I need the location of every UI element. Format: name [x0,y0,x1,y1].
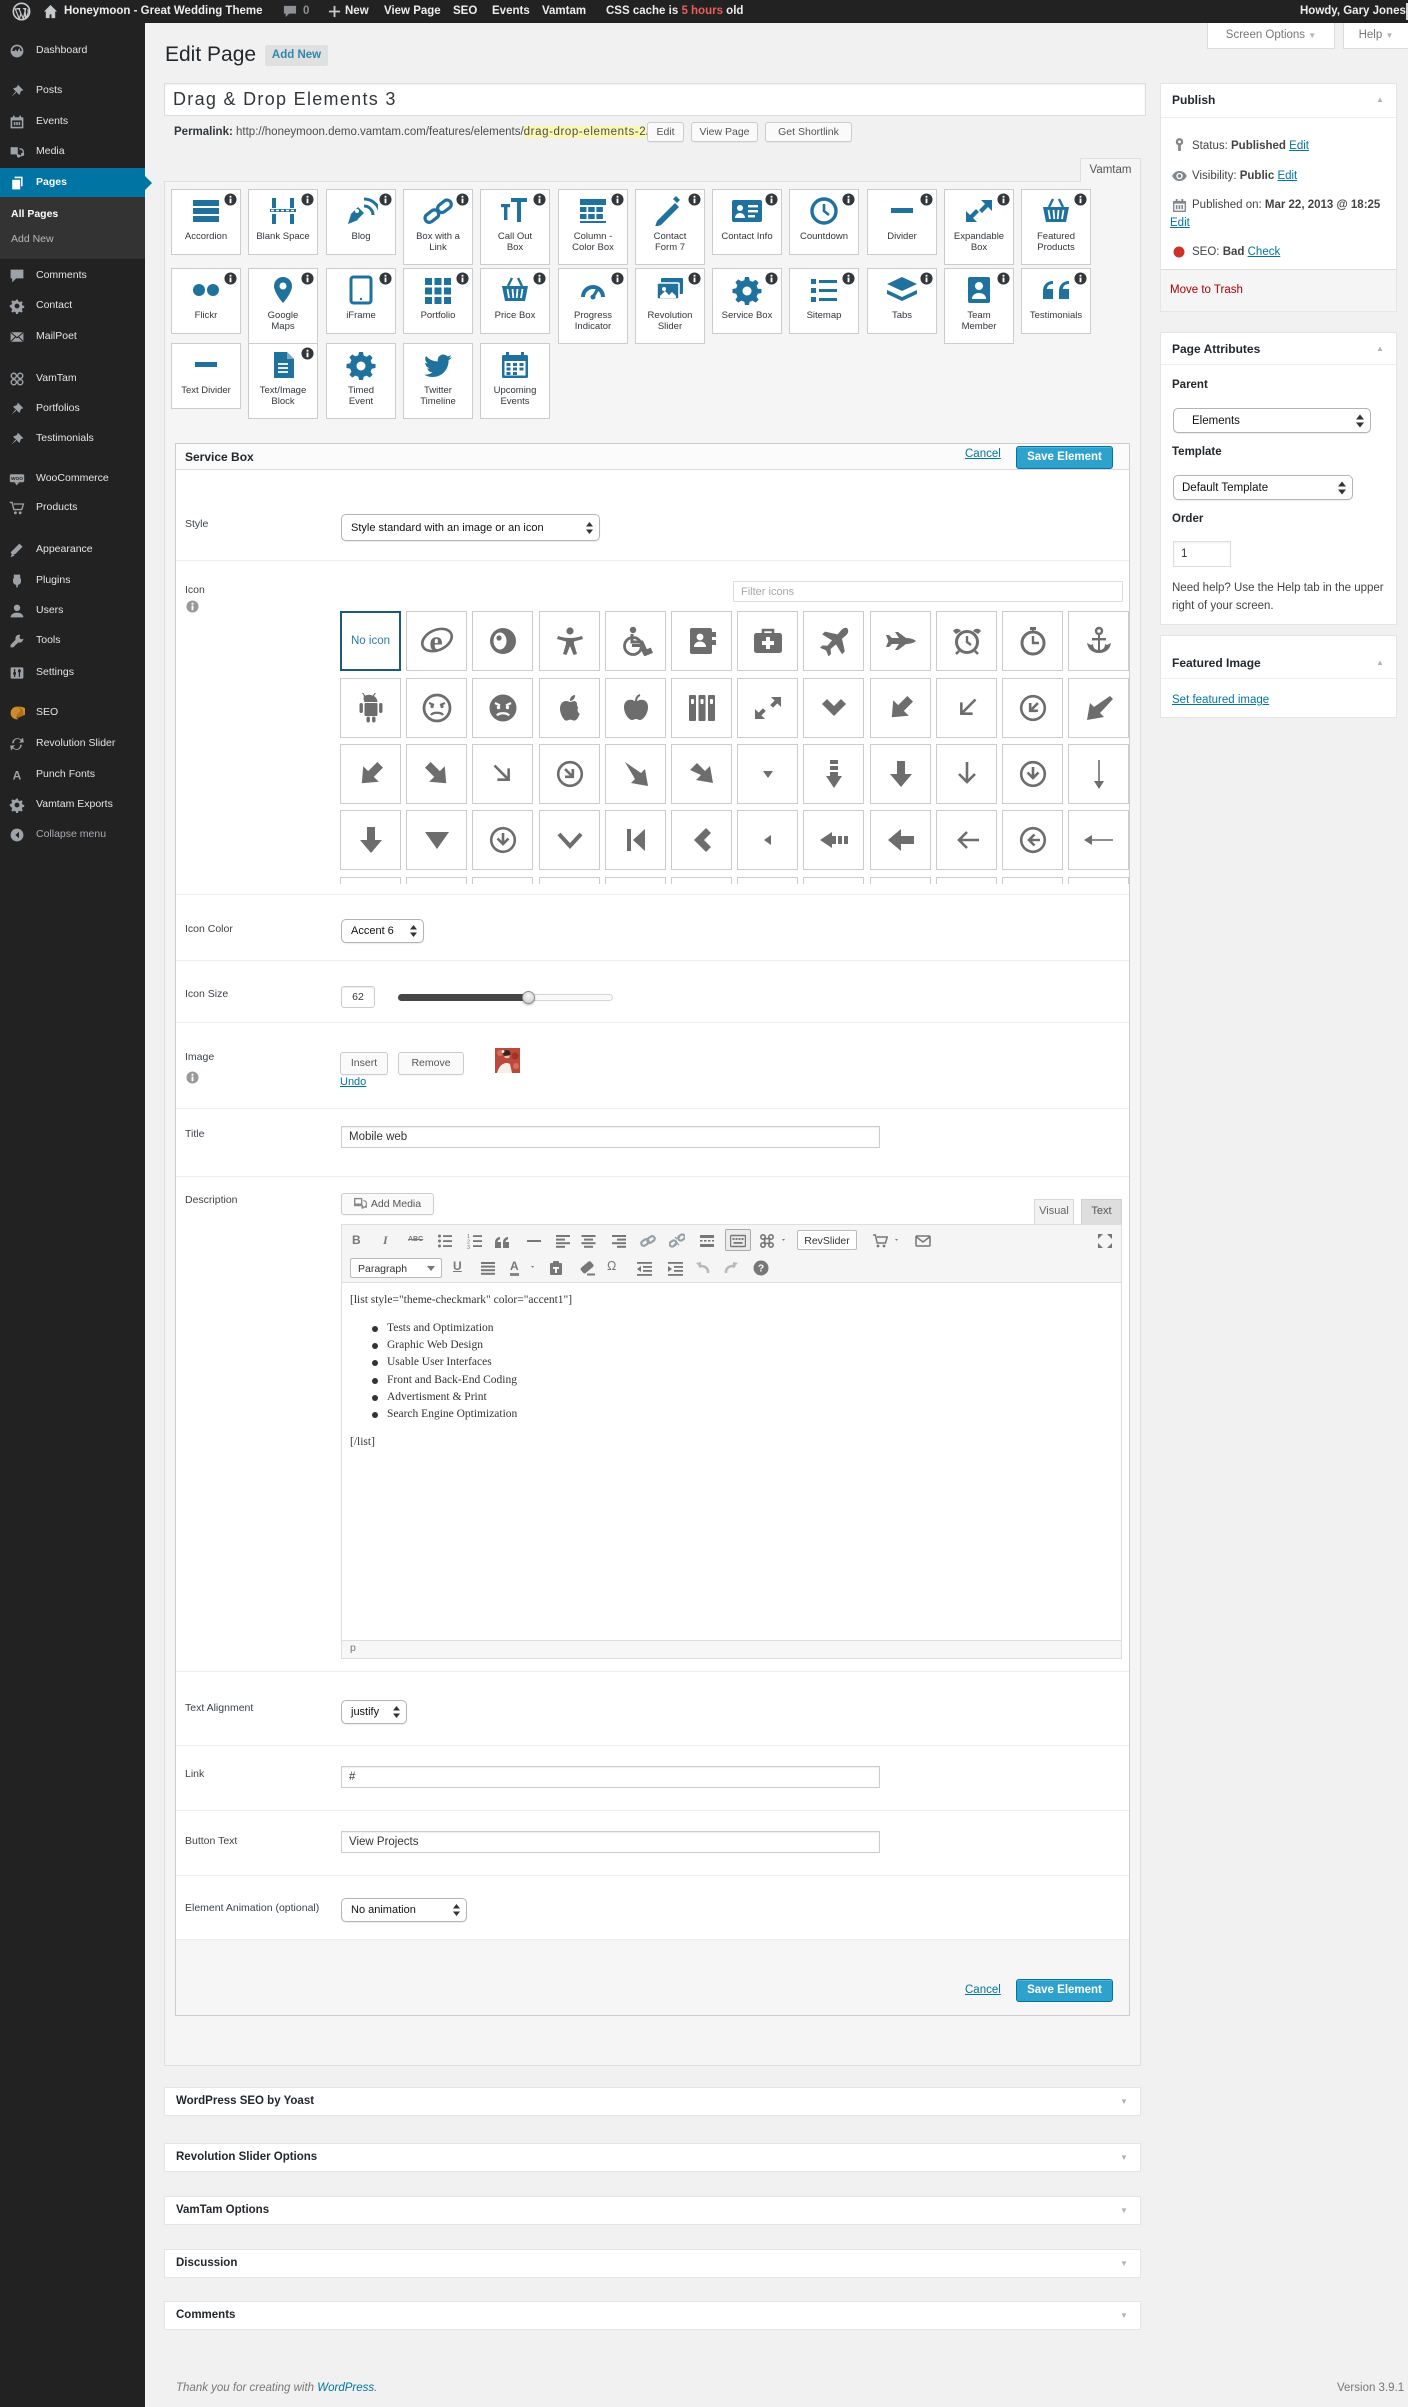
svg-text:3: 3 [467,1245,470,1249]
svg-text:WOO: WOO [11,476,23,482]
svg-text:?: ? [758,1264,764,1275]
svg-text:A: A [13,768,22,782]
svg-text:e: e [429,626,442,656]
